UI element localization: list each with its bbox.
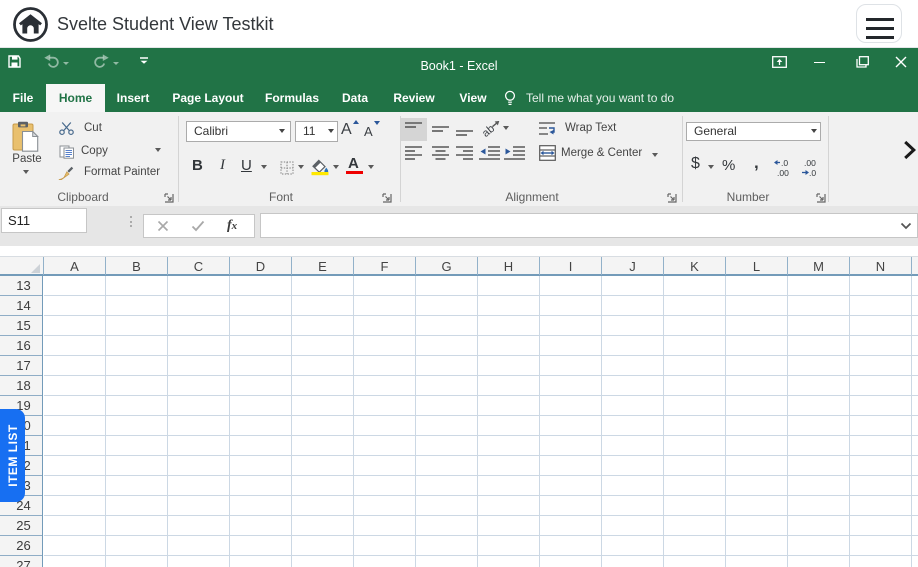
svg-text:.0: .0 xyxy=(781,158,788,168)
svg-text:.00: .00 xyxy=(777,168,789,177)
svg-text:.0: .0 xyxy=(809,168,816,177)
svg-text:.00: .00 xyxy=(804,158,816,168)
